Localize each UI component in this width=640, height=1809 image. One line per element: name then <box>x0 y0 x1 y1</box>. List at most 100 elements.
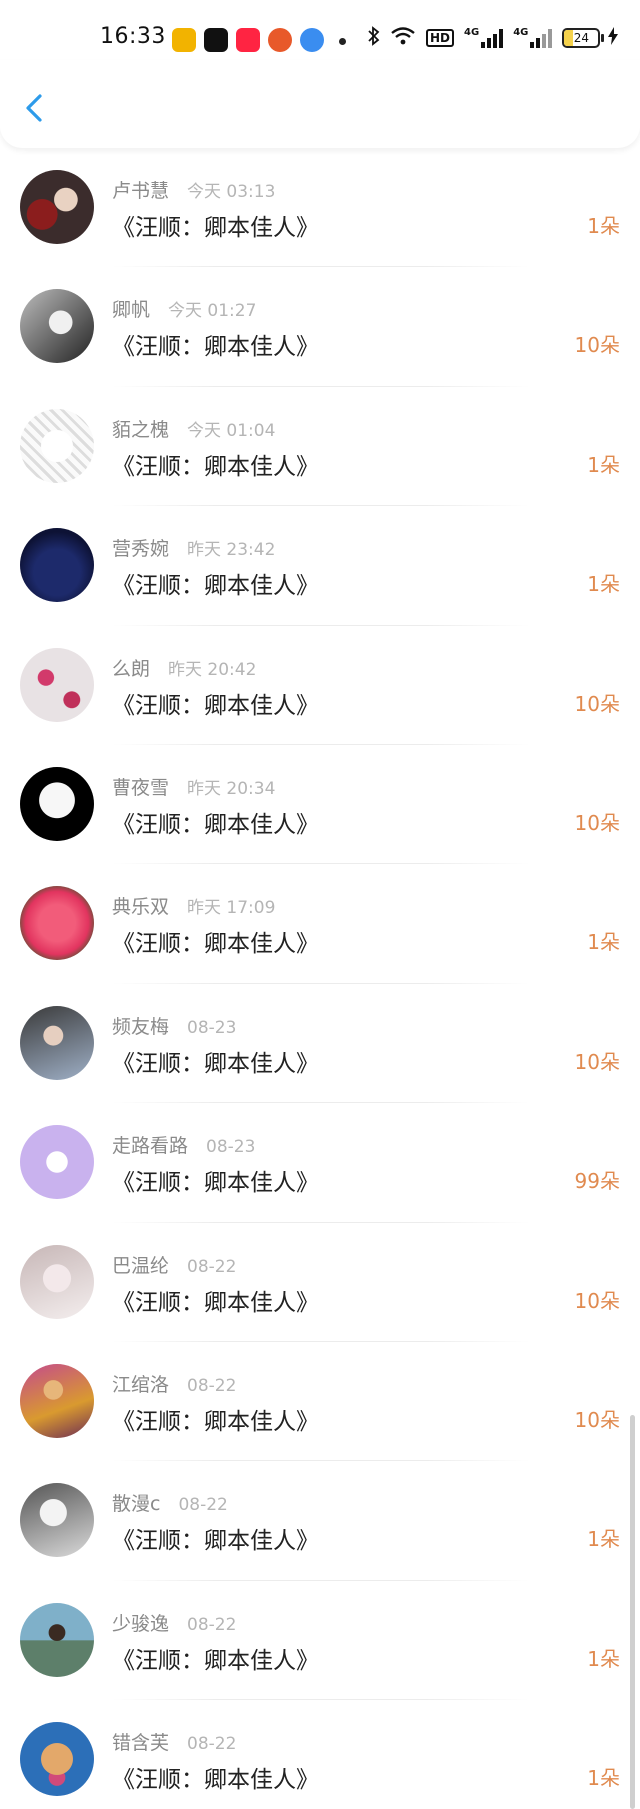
item-header: 貊之槐 今天 01:04 <box>112 415 275 442</box>
item-header: 少骏逸 08-22 <box>112 1609 236 1636</box>
sender-name[interactable]: 江绾洛 <box>112 1370 169 1397</box>
sender-name[interactable]: 卿帆 <box>112 295 150 322</box>
item-header: 卢书慧 今天 03:13 <box>112 176 275 203</box>
item-time: 08-22 <box>187 1256 237 1277</box>
list-item[interactable]: 散漫c 08-22 《汪顺：卿本佳人》 1朵 <box>0 1461 640 1581</box>
gift-amount: 10朵 <box>574 333 620 358</box>
sender-name[interactable]: 么朗 <box>112 654 150 681</box>
list-item[interactable]: 营秀婉 昨天 23:42 《汪顺：卿本佳人》 1朵 <box>0 506 640 626</box>
system-icons: HD 4G 4G 24 <box>368 26 619 50</box>
list-item[interactable]: 江绾洛 08-22 《汪顺：卿本佳人》 10朵 <box>0 1342 640 1462</box>
nav-bar <box>0 60 640 148</box>
network-label-2: 4G <box>513 27 529 38</box>
sender-name[interactable]: 散漫c <box>112 1489 160 1516</box>
list-item[interactable]: 么朗 昨天 20:42 《汪顺：卿本佳人》 10朵 <box>0 626 640 745</box>
item-header: 走路看路 08-23 <box>112 1131 255 1158</box>
item-message: 《汪顺：卿本佳人》 <box>112 1647 319 1674</box>
item-message: 《汪顺：卿本佳人》 <box>112 1767 319 1794</box>
item-time: 昨天 20:42 <box>168 659 257 680</box>
item-message: 《汪顺：卿本佳人》 <box>112 1170 319 1197</box>
gift-amount: 10朵 <box>574 1288 620 1313</box>
sender-name[interactable]: 巴温纶 <box>112 1251 169 1278</box>
item-time: 今天 01:04 <box>187 420 276 441</box>
list-item[interactable]: 错含芙 08-22 《汪顺：卿本佳人》 1朵 <box>0 1700 640 1809</box>
charging-icon <box>608 26 619 50</box>
list-item[interactable]: 频友梅 08-23 《汪顺：卿本佳人》 10朵 <box>0 984 640 1104</box>
gift-amount: 1朵 <box>587 1646 620 1671</box>
avatar[interactable] <box>20 647 94 722</box>
gift-list: 卢书慧 今天 03:13 《汪顺：卿本佳人》 1朵 卿帆 今天 01:27 《汪顺：卿本佳人… <box>0 148 640 1809</box>
item-message: 《汪顺：卿本佳人》 <box>112 1528 319 1555</box>
item-time: 今天 01:27 <box>168 301 257 322</box>
notification-icons <box>172 28 324 52</box>
gift-amount: 99朵 <box>574 1169 620 1194</box>
sender-name[interactable]: 少骏逸 <box>112 1609 169 1636</box>
item-time: 08-22 <box>187 1614 237 1635</box>
avatar[interactable] <box>20 1005 94 1080</box>
item-message: 《汪顺：卿本佳人》 <box>112 1289 319 1316</box>
battery-icon: 24 <box>562 26 619 50</box>
item-header: 营秀婉 昨天 23:42 <box>112 534 275 561</box>
avatar[interactable] <box>20 1125 94 1200</box>
avatar[interactable] <box>20 1602 94 1677</box>
list-item[interactable]: 貊之槐 今天 01:04 《汪顺：卿本佳人》 1朵 <box>0 387 640 507</box>
avatar[interactable] <box>20 1722 94 1797</box>
signal-2-icon: 4G <box>513 27 553 48</box>
sender-name[interactable]: 卢书慧 <box>112 176 169 203</box>
item-header: 频友梅 08-23 <box>112 1012 236 1039</box>
sender-name[interactable]: 典乐双 <box>112 892 169 919</box>
avatar[interactable] <box>20 170 94 244</box>
gift-amount: 10朵 <box>574 1407 620 1432</box>
list-item[interactable]: 曹夜雪 昨天 20:34 《汪顺：卿本佳人》 10朵 <box>0 745 640 865</box>
item-message: 《汪顺：卿本佳人》 <box>112 215 319 241</box>
item-header: 典乐双 昨天 17:09 <box>112 892 275 919</box>
scrollbar[interactable] <box>630 1415 635 1809</box>
status-time: 16:33 <box>100 24 166 49</box>
item-message: 《汪顺：卿本佳人》 <box>112 334 319 361</box>
avatar[interactable] <box>20 1363 94 1438</box>
gift-amount: 1朵 <box>587 1766 620 1791</box>
battery-level: 24 <box>573 31 589 45</box>
item-header: 么朗 昨天 20:42 <box>112 654 256 681</box>
bluetooth-icon <box>368 26 380 50</box>
signal-1-icon: 4G <box>464 27 504 48</box>
item-message: 《汪顺：卿本佳人》 <box>112 1050 319 1077</box>
list-item[interactable]: 典乐双 昨天 17:09 《汪顺：卿本佳人》 1朵 <box>0 864 640 984</box>
avatar[interactable] <box>20 1244 94 1319</box>
sender-name[interactable]: 曹夜雪 <box>112 773 169 800</box>
gift-amount: 1朵 <box>587 572 620 597</box>
notification-dot-icon <box>339 38 346 45</box>
sender-name[interactable]: 走路看路 <box>112 1131 188 1158</box>
item-time: 昨天 20:34 <box>187 778 276 799</box>
network-label-1: 4G <box>464 27 480 38</box>
item-time: 08-22 <box>187 1375 237 1396</box>
wifi-icon <box>390 26 416 50</box>
sender-name[interactable]: 错含芙 <box>112 1728 169 1755</box>
gift-amount: 10朵 <box>574 810 620 835</box>
item-header: 巴温纶 08-22 <box>112 1251 236 1278</box>
back-button[interactable] <box>18 90 54 126</box>
item-message: 《汪顺：卿本佳人》 <box>112 811 319 838</box>
sender-name[interactable]: 营秀婉 <box>112 534 169 561</box>
avatar[interactable] <box>20 766 94 841</box>
list-item[interactable]: 巴温纶 08-22 《汪顺：卿本佳人》 10朵 <box>0 1223 640 1342</box>
douyin-icon <box>204 28 228 52</box>
sender-name[interactable]: 貊之槐 <box>112 415 169 442</box>
list-item[interactable]: 走路看路 08-23 《汪顺：卿本佳人》 99朵 <box>0 1103 640 1223</box>
gift-amount: 10朵 <box>574 1049 620 1074</box>
list-item[interactable]: 卿帆 今天 01:27 《汪顺：卿本佳人》 10朵 <box>0 267 640 387</box>
avatar[interactable] <box>20 1483 94 1558</box>
avatar[interactable] <box>20 886 94 961</box>
avatar[interactable] <box>20 528 94 603</box>
item-time: 昨天 23:42 <box>187 540 276 561</box>
sender-name[interactable]: 频友梅 <box>112 1012 169 1039</box>
item-time: 08-22 <box>178 1495 228 1516</box>
item-message: 《汪顺：卿本佳人》 <box>112 1408 319 1435</box>
avatar[interactable] <box>20 408 94 483</box>
item-time: 今天 03:13 <box>187 182 276 202</box>
gift-amount: 1朵 <box>587 930 620 955</box>
list-item[interactable]: 少骏逸 08-22 《汪顺：卿本佳人》 1朵 <box>0 1581 640 1701</box>
avatar[interactable] <box>20 289 94 364</box>
weibo-icon <box>172 28 196 52</box>
list-item[interactable]: 卢书慧 今天 03:13 《汪顺：卿本佳人》 1朵 <box>0 148 640 268</box>
